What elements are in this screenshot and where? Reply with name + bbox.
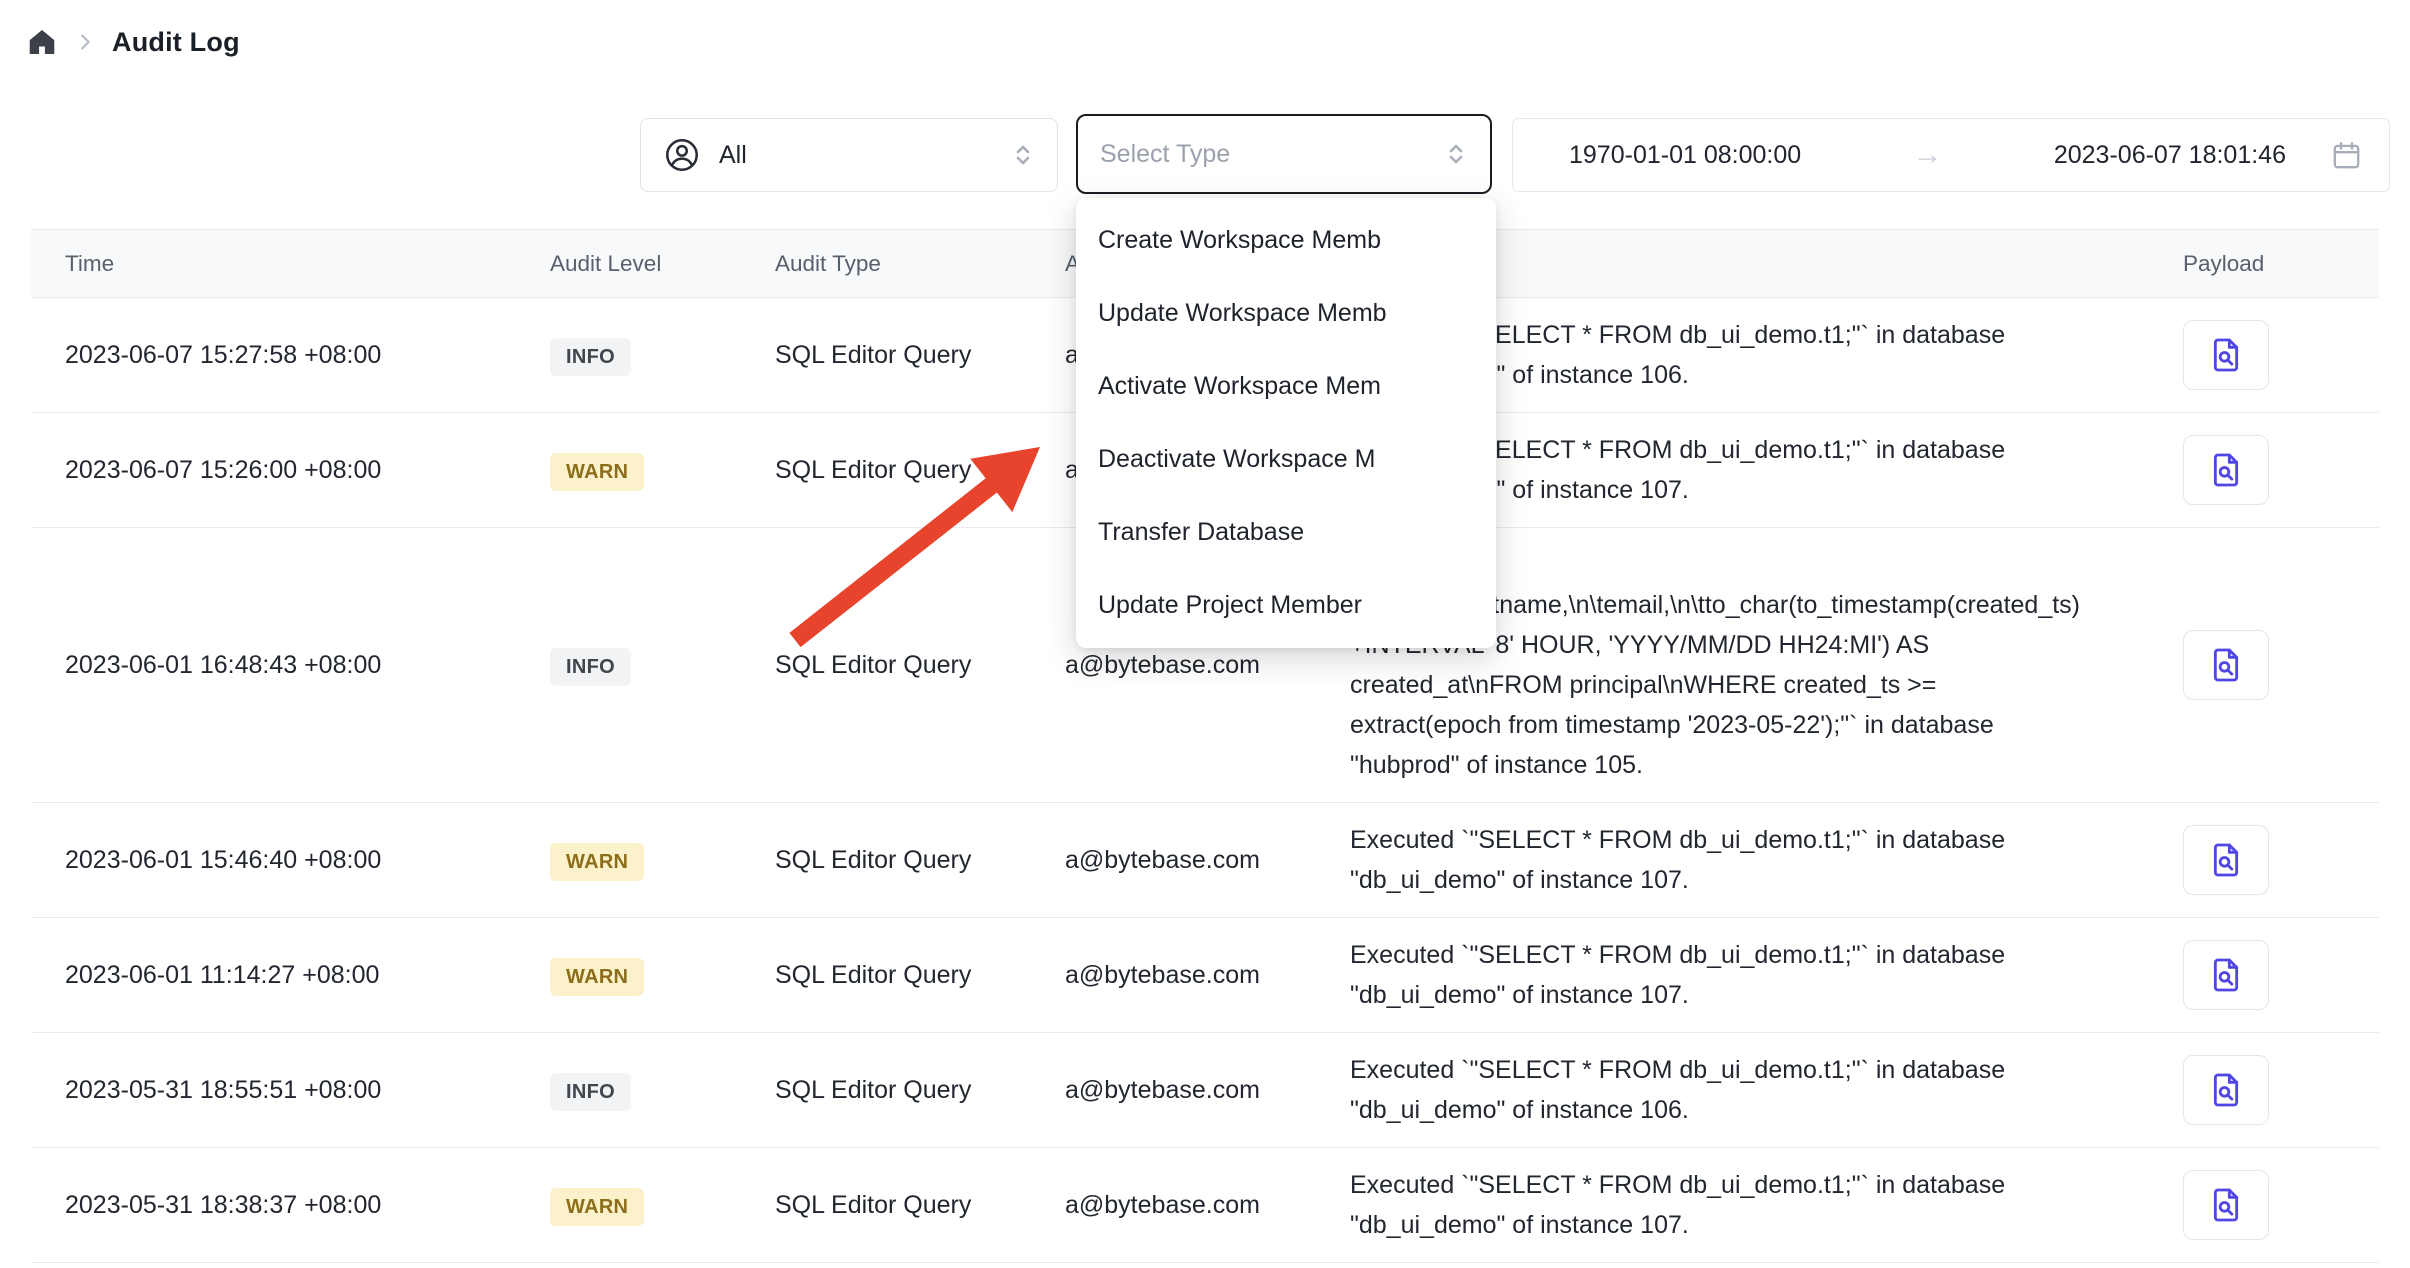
- cell-comment: Executed `"SELECT * FROM db_ui_demo.t1;"…: [1336, 1148, 2169, 1263]
- dropdown-option[interactable]: Create Workspace Memb: [1076, 204, 1496, 277]
- cell-audit-level: INFO: [536, 528, 761, 803]
- dropdown-option[interactable]: Transfer Database: [1076, 496, 1496, 569]
- page-title: Audit Log: [112, 27, 240, 58]
- cell-payload: [2169, 298, 2379, 413]
- dropdown-option[interactable]: Deactivate Workspace M: [1076, 423, 1496, 496]
- table-row: 2023-05-31 18:55:51 +08:00 INFO SQL Editor…: [31, 1033, 2379, 1148]
- table-row: 2023-05-31 18:38:37 +08:00 WARN SQL Editor…: [31, 1148, 2379, 1263]
- cell-payload: [2169, 528, 2379, 803]
- file-search-icon: [2206, 1070, 2246, 1110]
- payload-view-button[interactable]: [2183, 630, 2269, 700]
- actor-filter-value: All: [719, 141, 747, 170]
- cell-time: 2023-06-07 15:27:58 +08:00: [31, 298, 536, 413]
- audit-level-badge: INFO: [550, 338, 631, 376]
- file-search-icon: [2206, 840, 2246, 880]
- cell-payload: [2169, 413, 2379, 528]
- cell-payload: [2169, 1148, 2379, 1263]
- column-header-audit-level: Audit Level: [536, 230, 761, 298]
- cell-time: 2023-05-31 18:38:37 +08:00: [31, 1148, 536, 1263]
- date-range-end: 2023-06-07 18:01:46: [2054, 141, 2286, 170]
- type-filter-select[interactable]: Select Type: [1076, 114, 1492, 194]
- cell-audit-type: SQL Editor Query: [761, 1033, 1051, 1148]
- select-chevrons-icon: [1444, 139, 1468, 169]
- cell-audit-type: SQL Editor Query: [761, 528, 1051, 803]
- cell-comment: Executed `"SELECT * FROM db_ui_demo.t1;"…: [1336, 803, 2169, 918]
- cell-audit-level: INFO: [536, 1033, 761, 1148]
- calendar-icon: [2330, 139, 2363, 172]
- payload-view-button[interactable]: [2183, 825, 2269, 895]
- file-search-icon: [2206, 335, 2246, 375]
- cell-time: 2023-06-07 15:26:00 +08:00: [31, 413, 536, 528]
- payload-view-button[interactable]: [2183, 940, 2269, 1010]
- cell-payload: [2169, 803, 2379, 918]
- cell-payload: [2169, 918, 2379, 1033]
- audit-level-badge: WARN: [550, 958, 644, 996]
- cell-audit-level: WARN: [536, 413, 761, 528]
- audit-level-badge: WARN: [550, 843, 644, 881]
- file-search-icon: [2206, 645, 2246, 685]
- column-header-audit-type: Audit Type: [761, 230, 1051, 298]
- cell-time: 2023-06-01 11:14:27 +08:00: [31, 918, 536, 1033]
- cell-time: 2023-06-01 15:46:40 +08:00: [31, 803, 536, 918]
- file-search-icon: [2206, 450, 2246, 490]
- file-search-icon: [2206, 955, 2246, 995]
- arrow-right-icon: →: [1913, 140, 1943, 170]
- cell-actor: a@bytebase.com: [1051, 803, 1336, 918]
- type-dropdown-menu: Create Workspace MembUpdate Workspace Me…: [1076, 198, 1496, 648]
- cell-audit-level: WARN: [536, 1148, 761, 1263]
- date-range-start: 1970-01-01 08:00:00: [1569, 141, 1801, 170]
- audit-level-badge: WARN: [550, 453, 644, 491]
- cell-audit-type: SQL Editor Query: [761, 803, 1051, 918]
- actor-filter-select[interactable]: All: [640, 118, 1058, 192]
- payload-view-button[interactable]: [2183, 1170, 2269, 1240]
- audit-level-badge: INFO: [550, 648, 631, 686]
- cell-comment: Executed `"SELECT * FROM db_ui_demo.t1;"…: [1336, 1033, 2169, 1148]
- payload-view-button[interactable]: [2183, 320, 2269, 390]
- cell-audit-type: SQL Editor Query: [761, 1148, 1051, 1263]
- dropdown-option[interactable]: Activate Workspace Mem: [1076, 350, 1496, 423]
- cell-actor: a@bytebase.com: [1051, 918, 1336, 1033]
- cell-audit-level: INFO: [536, 298, 761, 413]
- column-header-payload: Payload: [2169, 230, 2379, 298]
- cell-audit-type: SQL Editor Query: [761, 298, 1051, 413]
- table-row: 2023-06-01 11:14:27 +08:00 WARN SQL Editor…: [31, 918, 2379, 1033]
- audit-level-badge: WARN: [550, 1188, 644, 1226]
- cell-time: 2023-06-01 16:48:43 +08:00: [31, 528, 536, 803]
- select-chevrons-icon: [1011, 140, 1035, 170]
- table-row: 2023-06-01 15:46:40 +08:00 WARN SQL Editor…: [31, 803, 2379, 918]
- person-circle-icon: [663, 136, 701, 174]
- chevron-right-icon: [74, 31, 96, 53]
- cell-actor: a@bytebase.com: [1051, 1148, 1336, 1263]
- type-filter-placeholder: Select Type: [1100, 140, 1230, 169]
- cell-audit-level: WARN: [536, 918, 761, 1033]
- cell-comment: Executed `"SELECT * FROM db_ui_demo.t1;"…: [1336, 918, 2169, 1033]
- home-icon[interactable]: [26, 26, 58, 58]
- dropdown-option[interactable]: Update Project Member: [1076, 569, 1496, 642]
- cell-audit-type: SQL Editor Query: [761, 413, 1051, 528]
- cell-audit-type: SQL Editor Query: [761, 918, 1051, 1033]
- file-search-icon: [2206, 1185, 2246, 1225]
- audit-level-badge: INFO: [550, 1073, 631, 1111]
- cell-time: 2023-05-31 18:55:51 +08:00: [31, 1033, 536, 1148]
- column-header-time: Time: [31, 230, 536, 298]
- cell-payload: [2169, 1033, 2379, 1148]
- breadcrumb: Audit Log: [26, 26, 240, 58]
- cell-audit-level: WARN: [536, 803, 761, 918]
- cell-actor: a@bytebase.com: [1051, 1033, 1336, 1148]
- dropdown-option[interactable]: Update Workspace Memb: [1076, 277, 1496, 350]
- payload-view-button[interactable]: [2183, 1055, 2269, 1125]
- date-range-picker[interactable]: 1970-01-01 08:00:00 → 2023-06-07 18:01:4…: [1512, 118, 2390, 192]
- payload-view-button[interactable]: [2183, 435, 2269, 505]
